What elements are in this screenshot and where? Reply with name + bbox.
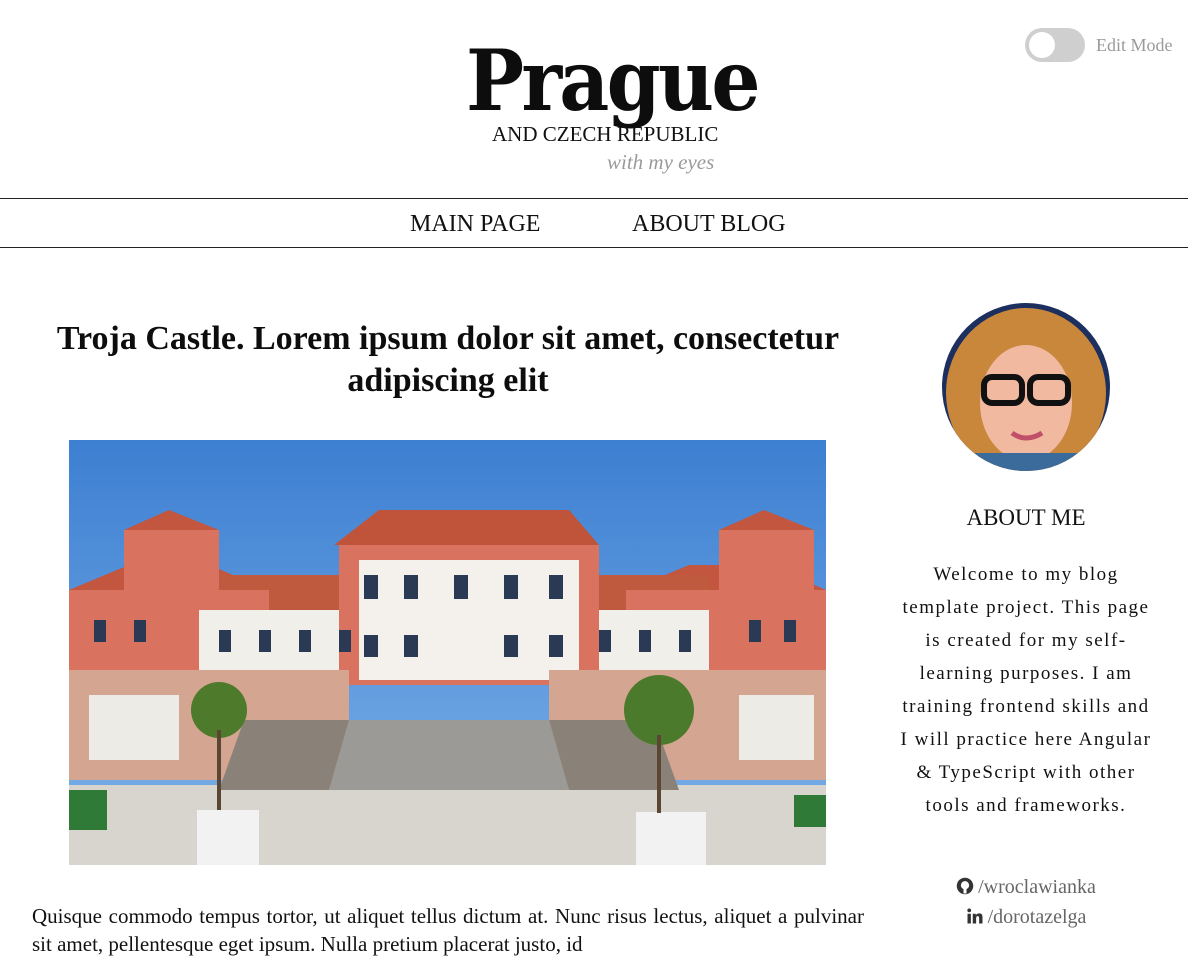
avatar: [942, 303, 1110, 471]
nav-main-page[interactable]: MAIN PAGE: [410, 211, 540, 238]
toggle-knob: [1029, 32, 1055, 58]
toggle-track[interactable]: [1025, 28, 1085, 62]
avatar-photo-icon: [942, 303, 1110, 471]
nav-about-blog[interactable]: ABOUT BLOG: [632, 211, 786, 238]
linkedin-icon: [966, 907, 984, 931]
social-github[interactable]: /wroclawianka: [900, 876, 1152, 901]
article-excerpt: Quisque commodo tempus tortor, ut alique…: [32, 904, 864, 956]
castle-photo-icon: [69, 440, 826, 865]
site-title: Prague: [466, 31, 761, 130]
article-title[interactable]: Troja Castle. Lorem ipsum dolor sit amet…: [30, 318, 866, 402]
about-heading: ABOUT ME: [966, 505, 1086, 530]
edit-mode-label: Edit Mode: [1096, 34, 1173, 55]
site-subtitle: AND CZECH REPUBLIC: [492, 122, 719, 146]
article-image: [69, 440, 826, 865]
edit-mode-toggle[interactable]: Edit Mode: [1025, 28, 1173, 62]
main-nav: MAIN PAGE ABOUT BLOG: [0, 198, 1188, 248]
social-linkedin[interactable]: /dorotazelga: [900, 906, 1152, 931]
github-icon: [956, 877, 974, 901]
site-header: Prague AND CZECH REPUBLIC with my eyes E…: [0, 0, 1188, 198]
linkedin-handle[interactable]: /dorotazelga: [988, 906, 1087, 928]
about-text: Welcome to my blog template project. Thi…: [900, 564, 1152, 816]
github-handle[interactable]: /wroclawianka: [978, 876, 1096, 898]
site-tagline: with my eyes: [607, 150, 715, 174]
